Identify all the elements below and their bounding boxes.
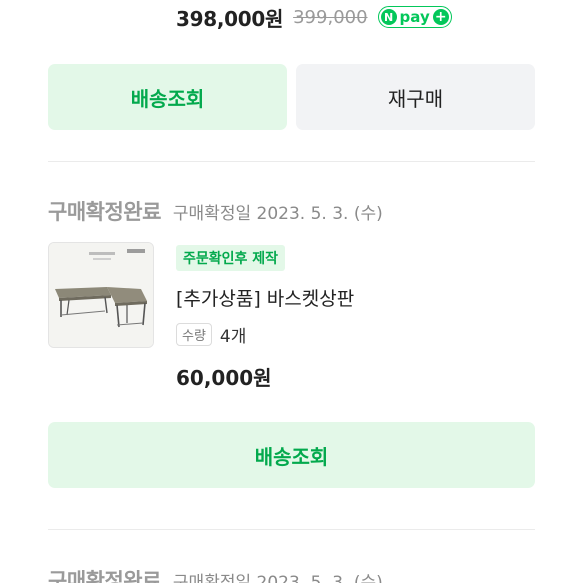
npay-n-icon: N — [380, 9, 397, 25]
order1-track-delivery-label: 배송조회 — [130, 86, 205, 111]
quantity-label: 수량 — [176, 323, 212, 346]
table-product-image — [49, 243, 153, 347]
order1-price-row: 398,000원 399,000 N pay + — [176, 2, 452, 32]
npay-label: pay — [399, 8, 430, 26]
made-to-order-tag: 주문확인후 제작 — [176, 245, 286, 271]
product-thumbnail[interactable] — [48, 242, 154, 348]
order1-reorder-button[interactable]: 재구매 — [296, 64, 535, 130]
order1-reorder-label: 재구매 — [387, 86, 444, 111]
npay-plus-badge: N pay + — [377, 6, 452, 28]
order1-track-delivery-button[interactable]: 배송조회 — [48, 64, 287, 130]
section-divider — [48, 529, 535, 530]
order3-status-row: 구매확정완료 구매확정일 2023. 5. 3. (수) — [48, 565, 383, 583]
order2-price: 60,000원 — [176, 366, 272, 390]
order1-price: 398,000원 — [176, 6, 284, 31]
order2-date: 구매확정일 2023. 5. 3. (수) — [172, 204, 383, 224]
section-divider — [48, 161, 535, 162]
plus-icon: + — [432, 9, 449, 25]
order2-track-delivery-button[interactable]: 배송조회 — [48, 422, 535, 488]
order2-status: 구매확정완료 — [48, 200, 161, 224]
quantity-value: 4개 — [219, 327, 247, 347]
quantity-row: 수량 4개 — [176, 322, 246, 347]
product-name-link[interactable]: [추가상품] 바스켓상판 — [176, 284, 354, 311]
order1-original-price: 399,000 — [293, 6, 368, 28]
order2-track-delivery-label: 배송조회 — [254, 444, 329, 469]
order-list-page: 398,000원 399,000 N pay + 배송조회 재구매 구매확정완료… — [0, 0, 583, 583]
order3-status: 구매확정완료 — [48, 569, 161, 583]
order3-date: 구매확정일 2023. 5. 3. (수) — [172, 573, 383, 583]
order2-status-row: 구매확정완료 구매확정일 2023. 5. 3. (수) — [48, 196, 383, 226]
